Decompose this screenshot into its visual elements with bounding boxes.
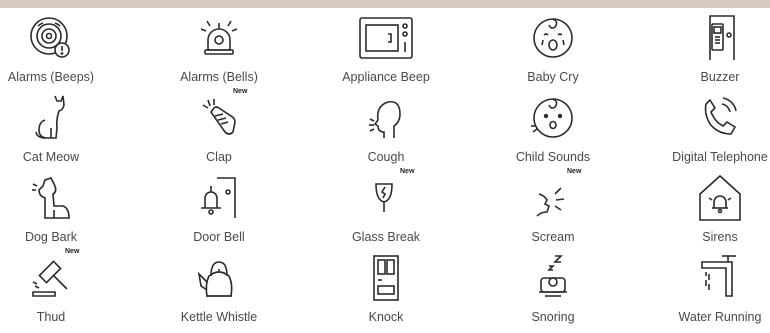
child-icon bbox=[525, 92, 581, 142]
glass-icon bbox=[358, 172, 414, 222]
snoring-icon bbox=[525, 252, 581, 302]
sound-item-water-running: Water Running bbox=[643, 248, 770, 328]
gavel-icon bbox=[23, 252, 79, 302]
sound-item-alarms-beeps: Alarms (Beeps) bbox=[0, 8, 128, 88]
sound-item-alarms-bells: Alarms (Bells) bbox=[142, 8, 296, 88]
sound-item-thud: New Thud bbox=[0, 248, 128, 328]
sound-label: Cough bbox=[367, 150, 405, 164]
sound-label: Thud bbox=[36, 310, 66, 324]
smoke-alarm-icon bbox=[23, 12, 79, 62]
cat-icon bbox=[23, 92, 79, 142]
sound-label: Scream bbox=[531, 230, 575, 244]
sound-item-glass-break: New Glass Break bbox=[309, 168, 463, 248]
door-icon bbox=[358, 252, 414, 302]
sound-label: Kettle Whistle bbox=[180, 310, 258, 324]
sound-item-scream: New Scream bbox=[476, 168, 630, 248]
sound-label: Alarms (Bells) bbox=[180, 70, 258, 84]
sound-item-cat-meow: Cat Meow bbox=[0, 88, 128, 168]
kettle-icon bbox=[191, 252, 247, 302]
sound-label: Sirens bbox=[702, 230, 738, 244]
sound-label: Dog Bark bbox=[24, 230, 78, 244]
dog-icon bbox=[23, 172, 79, 222]
microwave-icon bbox=[358, 12, 414, 62]
sound-item-appliance-beep: Appliance Beep bbox=[309, 8, 463, 88]
sound-label: Snoring bbox=[531, 310, 575, 324]
doorbell-icon bbox=[191, 172, 247, 222]
sound-label: Glass Break bbox=[351, 230, 421, 244]
sound-item-knock: Knock bbox=[309, 248, 463, 328]
sound-label: Alarms (Beeps) bbox=[7, 70, 95, 84]
sound-item-door-bell: Door Bell bbox=[142, 168, 296, 248]
bell-alarm-icon bbox=[191, 12, 247, 62]
sound-item-cough: Cough bbox=[309, 88, 463, 168]
sound-label: Cat Meow bbox=[22, 150, 80, 164]
buzzer-icon bbox=[692, 12, 748, 62]
top-band bbox=[0, 0, 770, 8]
faucet-icon bbox=[692, 252, 748, 302]
sound-label: Door Bell bbox=[193, 230, 245, 244]
siren-icon bbox=[692, 172, 748, 222]
sound-item-sirens: Sirens bbox=[643, 168, 770, 248]
sound-label: Clap bbox=[206, 150, 232, 164]
clap-icon bbox=[191, 92, 247, 142]
sound-label: Water Running bbox=[678, 310, 762, 324]
cough-icon bbox=[358, 92, 414, 142]
sound-label: Buzzer bbox=[700, 70, 740, 84]
sound-item-child-sounds: Child Sounds bbox=[476, 88, 630, 168]
sound-item-digital-telephone: Digital Telephone bbox=[643, 88, 770, 168]
sound-label: Appliance Beep bbox=[342, 70, 430, 84]
sound-item-kettle-whistle: Kettle Whistle bbox=[142, 248, 296, 328]
sound-grid: Alarms (Beeps) Alarms (Bells) Appliance … bbox=[0, 8, 770, 333]
scream-icon bbox=[525, 172, 581, 222]
sound-label: Baby Cry bbox=[527, 70, 579, 84]
telephone-icon bbox=[692, 92, 748, 142]
sound-item-clap: New Clap bbox=[142, 88, 296, 168]
sound-item-baby-cry: Baby Cry bbox=[476, 8, 630, 88]
sound-item-snoring: Snoring bbox=[476, 248, 630, 328]
baby-cry-icon bbox=[525, 12, 581, 62]
sound-label: Knock bbox=[368, 310, 404, 324]
sound-label: Child Sounds bbox=[515, 150, 591, 164]
sound-item-dog-bark: Dog Bark bbox=[0, 168, 128, 248]
sound-label: Digital Telephone bbox=[672, 150, 768, 164]
sound-item-buzzer: Buzzer bbox=[643, 8, 770, 88]
